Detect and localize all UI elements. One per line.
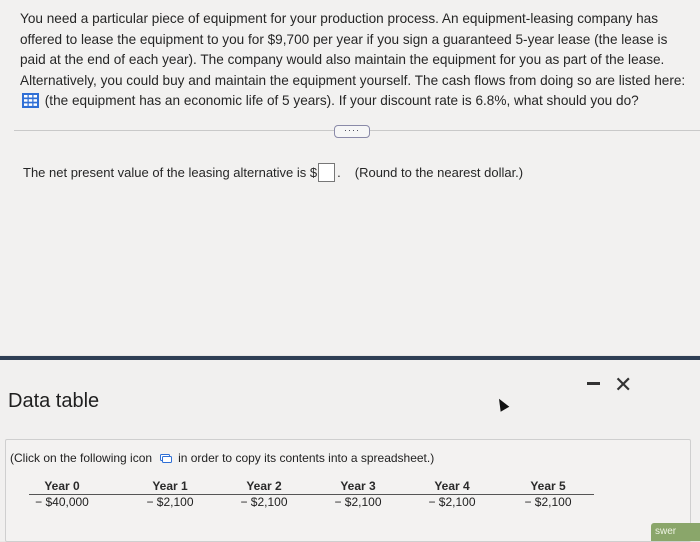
table-header-cell: Year 5: [530, 479, 566, 493]
npv-period: .: [337, 165, 341, 180]
copy-text-before: (Click on the following icon: [10, 451, 153, 465]
data-table-container: (Click on the following icon in order to…: [5, 439, 691, 542]
table-header-cell: Year 3: [340, 479, 376, 493]
npv-prompt: The net present value of the leasing alt…: [23, 165, 318, 180]
close-icon[interactable]: ✕: [614, 374, 632, 396]
table-cell: − $2,100: [524, 495, 572, 509]
table-header-cell: Year 2: [246, 479, 282, 493]
table-cell: − $2,100: [146, 495, 194, 509]
table-grid-icon[interactable]: [22, 93, 39, 108]
question-text-part2: (the equipment has an economic life of 5…: [44, 93, 639, 108]
question-text-part1: You need a particular piece of equipment…: [20, 11, 686, 88]
copy-instruction: (Click on the following icon in order to…: [10, 451, 434, 465]
mouse-cursor-icon: [494, 396, 510, 412]
cash-flow-table: Year 0 Year 1 Year 2 Year 3 Year 4 Year …: [29, 479, 594, 510]
table-row: − $40,000 − $2,100 − $2,100 − $2,100 − $…: [29, 494, 594, 510]
npv-answer-line: The net present value of the leasing alt…: [23, 163, 523, 182]
table-cell: − $2,100: [334, 495, 382, 509]
question-panel: You need a particular piece of equipment…: [0, 0, 700, 355]
copy-to-spreadsheet-icon[interactable]: [160, 453, 173, 463]
table-cell: − $40,000: [35, 495, 89, 509]
table-header-row: Year 0 Year 1 Year 2 Year 3 Year 4 Year …: [29, 479, 594, 494]
table-header-cell: Year 0: [44, 479, 80, 493]
npv-rounding-hint: (Round to the nearest dollar.): [354, 165, 524, 180]
table-header-cell: Year 4: [434, 479, 470, 493]
npv-answer-input[interactable]: [318, 163, 336, 182]
expand-more-button[interactable]: ····: [334, 125, 370, 138]
question-text: You need a particular piece of equipment…: [20, 9, 696, 112]
table-cell: − $2,100: [240, 495, 288, 509]
modal-title: Data table: [8, 390, 100, 412]
data-table-modal: Data table ✕ (Click on the following ico…: [0, 360, 700, 542]
copy-text-after: in order to copy its contents into a spr…: [178, 451, 435, 465]
table-cell: − $2,100: [428, 495, 476, 509]
minimize-icon[interactable]: [587, 382, 600, 385]
table-header-cell: Year 1: [152, 479, 188, 493]
answer-button-partial[interactable]: swer: [651, 523, 700, 541]
